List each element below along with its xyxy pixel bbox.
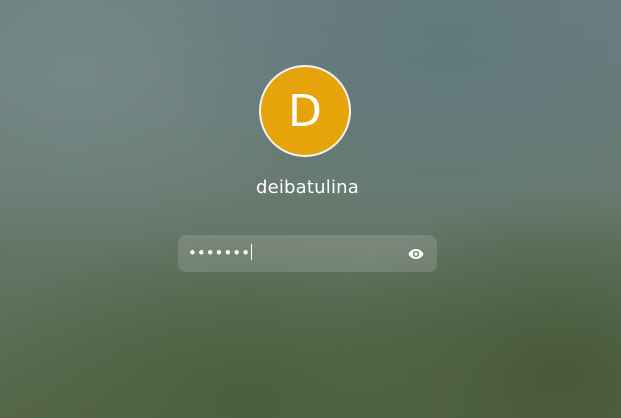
password-dots-text: ••••••• [188, 244, 250, 262]
text-cursor [250, 244, 252, 260]
user-avatar: D [259, 65, 351, 157]
eye-icon [408, 249, 424, 259]
show-password-button[interactable] [407, 245, 425, 263]
username-label: deibatulina [255, 177, 360, 198]
password-masked-value[interactable]: ••••••• [188, 244, 252, 262]
password-field[interactable]: ••••••• [178, 235, 437, 272]
avatar-initial: D [288, 85, 322, 137]
lock-screen: D deibatulina ••••••• [0, 0, 621, 418]
